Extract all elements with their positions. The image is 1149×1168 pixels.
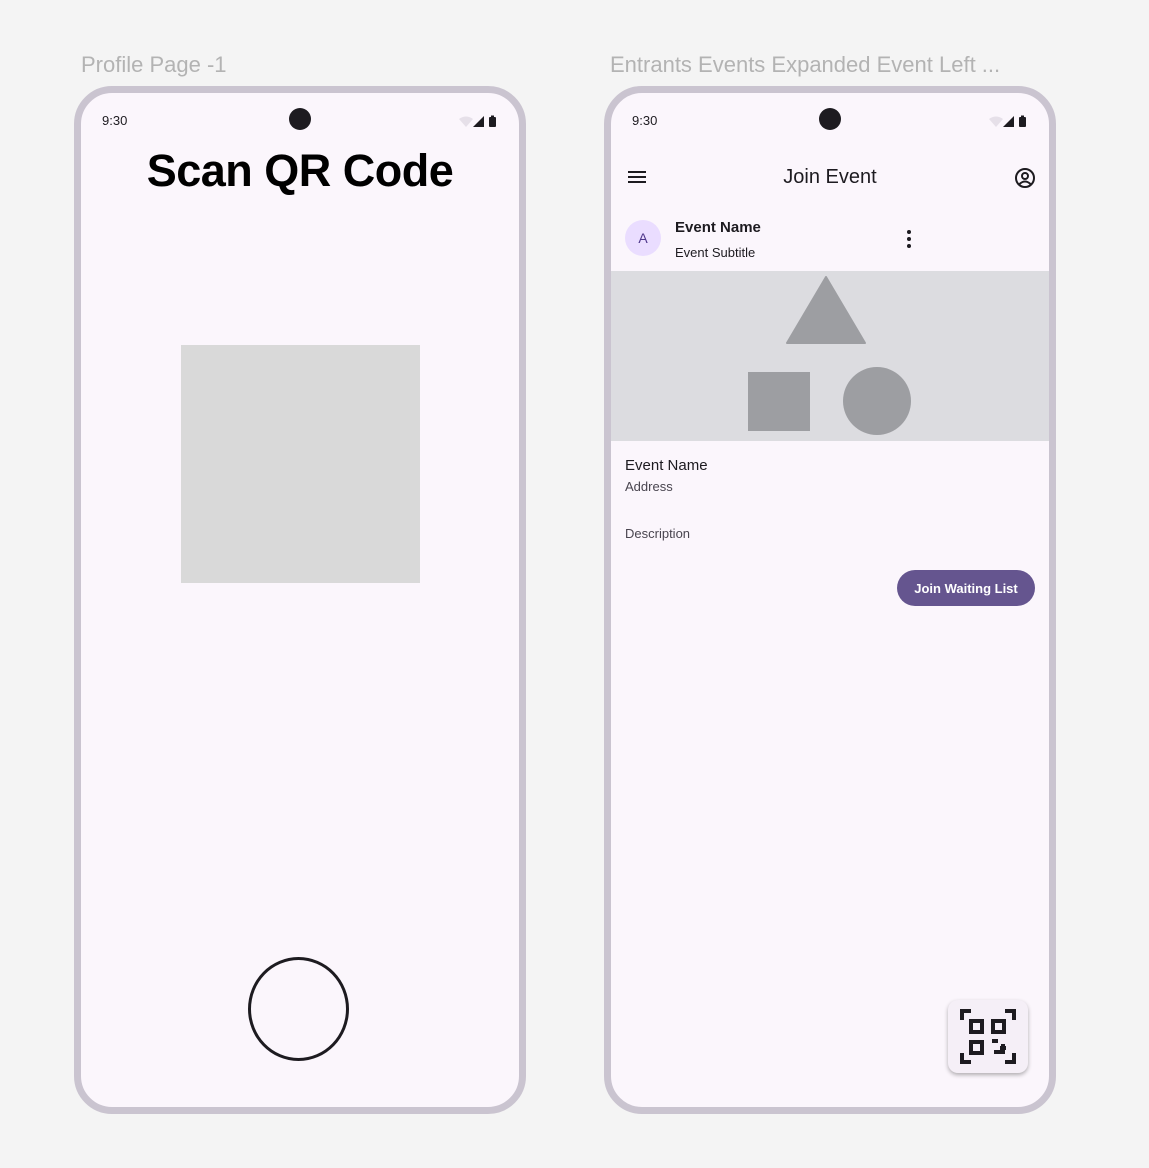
status-bar: 9:30 bbox=[611, 93, 1049, 137]
status-icons bbox=[989, 115, 1026, 127]
wifi-icon bbox=[459, 116, 473, 127]
status-time: 9:30 bbox=[102, 113, 128, 128]
phone-join-event: 9:30 Join Event A Event Name Event Subti… bbox=[604, 86, 1056, 1114]
phone-scan-qr: 9:30 Scan QR Code bbox=[74, 86, 526, 1114]
account-circle-icon[interactable] bbox=[1013, 166, 1037, 190]
event-card-header[interactable]: A Event Name Event Subtitle bbox=[611, 217, 1049, 273]
top-app-bar: Join Event bbox=[611, 149, 1049, 205]
camera-cutout bbox=[289, 108, 311, 130]
card-title: Event Name bbox=[675, 219, 761, 236]
event-media-placeholder bbox=[611, 271, 1049, 441]
battery-icon bbox=[489, 117, 496, 127]
capture-button[interactable] bbox=[248, 957, 349, 1061]
status-time: 9:30 bbox=[632, 113, 658, 128]
app-bar-title: Join Event bbox=[783, 166, 877, 188]
card-subtitle: Event Subtitle bbox=[675, 245, 756, 260]
more-vert-icon[interactable] bbox=[897, 227, 921, 251]
frame-label-left: Profile Page -1 bbox=[81, 52, 227, 77]
qr-code-icon bbox=[960, 1009, 1016, 1064]
page-title: Scan QR Code bbox=[146, 145, 454, 196]
join-waiting-list-button[interactable]: Join Waiting List bbox=[897, 570, 1035, 606]
shapes-placeholder-icon bbox=[748, 276, 911, 435]
avatar: A bbox=[625, 220, 661, 256]
event-name: Event Name bbox=[625, 457, 708, 474]
battery-icon bbox=[1019, 117, 1026, 127]
status-bar: 9:30 bbox=[81, 93, 519, 137]
status-icons bbox=[459, 115, 496, 127]
wifi-icon bbox=[989, 116, 1003, 127]
frame-label-right: Entrants Events Expanded Event Left ... bbox=[610, 52, 1001, 77]
cellular-icon bbox=[473, 116, 484, 127]
camera-cutout bbox=[819, 108, 841, 130]
event-address: Address bbox=[625, 479, 673, 494]
event-description: Description bbox=[625, 526, 691, 541]
cellular-icon bbox=[1003, 116, 1014, 127]
camera-viewfinder bbox=[181, 345, 420, 583]
qr-scan-fab[interactable] bbox=[948, 1000, 1028, 1073]
